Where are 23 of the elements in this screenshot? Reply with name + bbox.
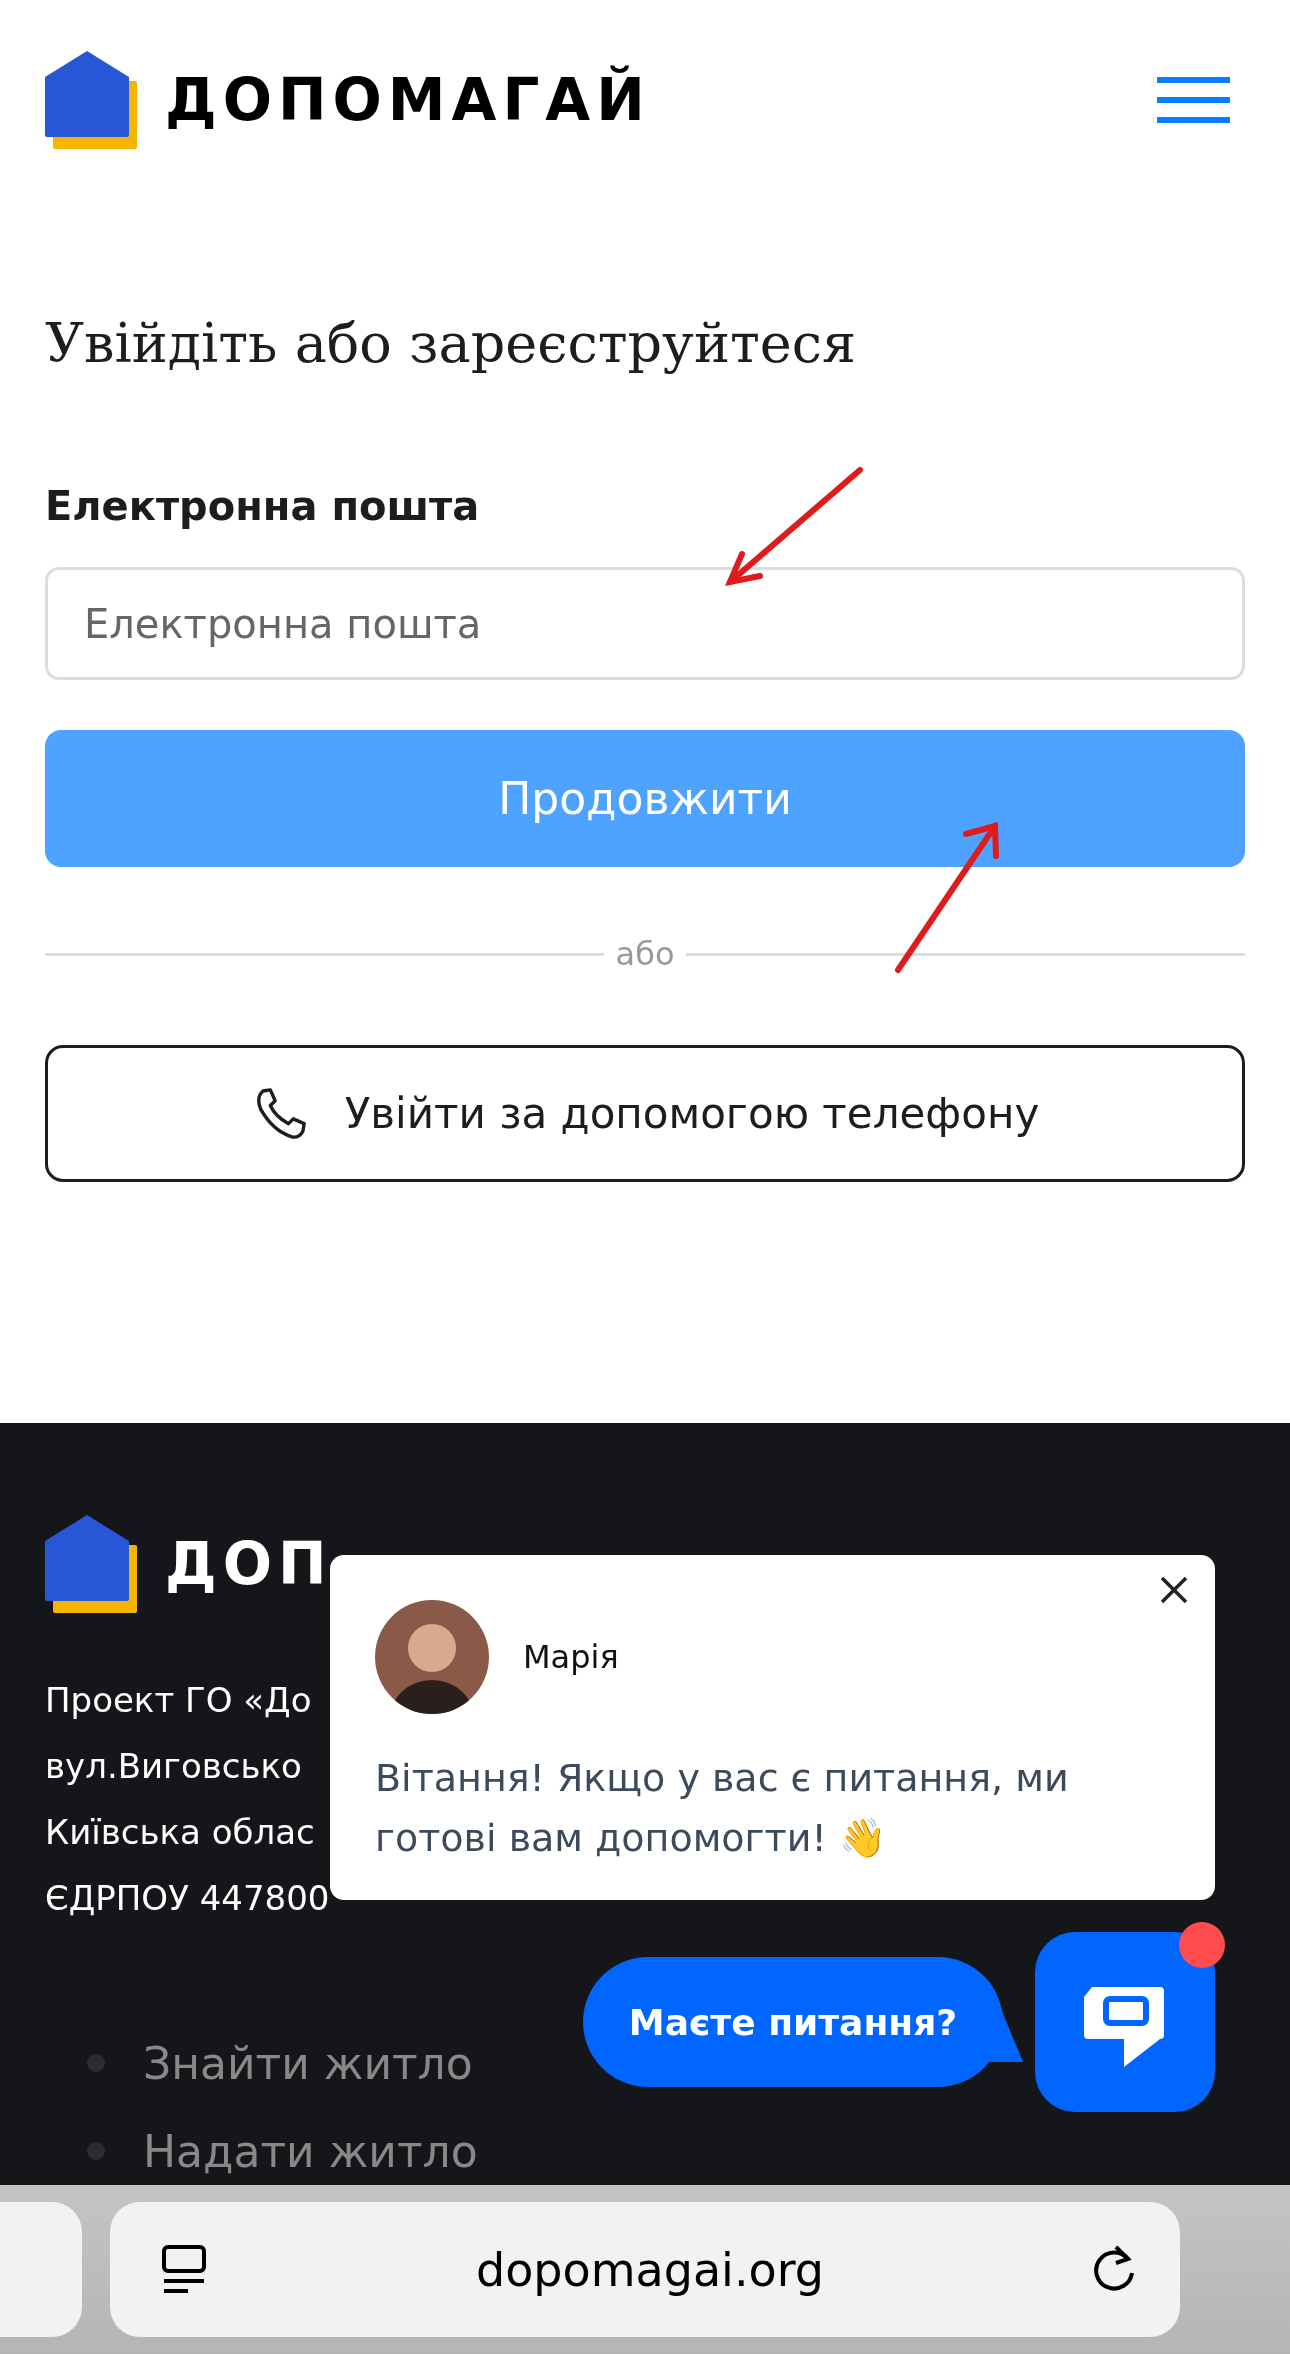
field-label: Електронна пошта xyxy=(45,483,481,529)
url-text: dopomagai.org xyxy=(476,2242,824,2297)
address-line: Проект ГО «До xyxy=(45,1679,312,1722)
logo-wordmark[interactable]: ДОПОМАГАЙ xyxy=(165,66,651,134)
chat-launcher-button[interactable] xyxy=(1035,1932,1215,2112)
footer-link[interactable]: Надати житло xyxy=(143,2125,478,2177)
address-line: Київська облас xyxy=(45,1811,315,1854)
close-icon xyxy=(1159,1575,1189,1605)
logo-wordmark[interactable]: ДОП xyxy=(165,1530,333,1598)
logo-icon xyxy=(45,51,137,149)
chat-prompt-button[interactable]: Маєте питання? xyxy=(583,1957,1003,2087)
chat-message: Вітання! Якщо у вас є питання, ми готові вам допомогти! 👋 xyxy=(375,1755,1070,1862)
address-line: ЄДРПОУ 447800 xyxy=(45,1877,330,1920)
page-title: Увійдіть або зареєструйтеся xyxy=(45,312,858,375)
divider-label: або xyxy=(615,935,675,973)
address-bar[interactable]: dopomagai.org xyxy=(110,2202,1180,2337)
agent-name: Марія xyxy=(523,1638,619,1676)
address-line: вул.Виговсько xyxy=(45,1745,302,1788)
phone-login-button[interactable]: Увійти за допомогою телефону xyxy=(45,1045,1245,1182)
email-field[interactable]: Електронна пошта xyxy=(45,567,1245,680)
footer-link[interactable]: Знайти житло xyxy=(143,2037,473,2089)
logo-icon xyxy=(45,1515,137,1613)
menu-icon[interactable] xyxy=(1157,77,1230,123)
